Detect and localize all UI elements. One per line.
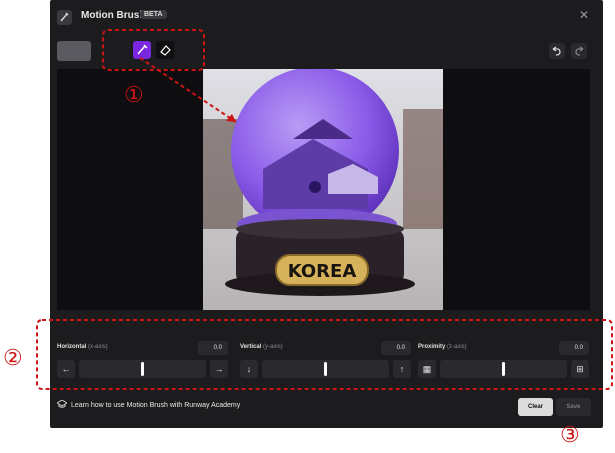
close-icon[interactable]: ✕ [577,8,591,22]
horizontal-label: Horizontal [57,344,87,350]
snow-globe-image[interactable]: KOREA [203,69,443,310]
academy-link[interactable]: Learn how to use Motion Brush with Runwa… [57,400,240,409]
horizontal-value-input[interactable]: 0.0 [198,341,228,355]
proximity-slider-thumb[interactable] [502,362,505,376]
arrow-up-icon[interactable]: ↑ [393,360,411,378]
modal-title: Motion Brush [81,10,146,21]
redo-icon [575,46,584,56]
annotation-number-one: ① [124,83,144,108]
annotation-number-three: ③ [560,423,580,448]
vertical-value-input[interactable]: 0.0 [381,341,411,355]
horizontal-axis: (x-axis) [88,344,108,350]
eraser-tool-button[interactable] [156,41,174,59]
graduation-cap-icon [57,400,67,408]
brush-tool-button[interactable] [133,41,151,59]
brush-icon [137,44,148,55]
vertical-axis: (y-axis) [263,344,283,350]
motion-brush-logo-icon [57,10,72,25]
proximity-in-icon[interactable]: ▦ [418,360,436,378]
proximity-value-input[interactable]: 0.0 [559,341,589,355]
clear-button[interactable]: Clear [518,398,553,416]
arrow-right-icon[interactable]: → [210,360,228,378]
motion-brush-modal: Motion Brush BETA ✕ KOREA Horizontal (x-… [50,0,603,428]
proximity-out-icon[interactable]: ⊞ [571,360,589,378]
vertical-slider-thumb[interactable] [324,362,327,376]
horizontal-control: Horizontal (x-axis) 0.0 ← → [57,330,228,380]
arrow-left-icon[interactable]: ← [57,360,75,378]
undo-button[interactable] [549,43,565,59]
vertical-slider[interactable] [262,360,389,378]
motion-controls: Horizontal (x-axis) 0.0 ← → Vertical (y-… [50,330,603,380]
vertical-label: Vertical [240,344,262,350]
globe-label-text: KOREA [288,261,357,282]
vertical-control: Vertical (y-axis) 0.0 ↓ ↑ [240,330,411,380]
arrow-down-icon[interactable]: ↓ [240,360,258,378]
proximity-slider[interactable] [440,360,567,378]
eraser-icon [160,45,171,56]
academy-link-text[interactable]: Learn how to use Motion Brush with Runwa… [71,402,240,409]
annotation-number-two: ② [3,346,23,371]
proximity-control: Proximity (z-axis) 0.0 ▦ ⊞ [418,330,589,380]
horizontal-slider[interactable] [79,360,206,378]
modal-header: Motion Brush BETA ✕ [50,0,603,34]
brush-color-chip[interactable] [57,41,91,61]
horizontal-slider-thumb[interactable] [141,362,144,376]
proximity-label: Proximity [418,344,446,350]
save-button[interactable]: Save [556,398,591,416]
undo-icon [552,46,561,56]
proximity-axis: (z-axis) [447,344,467,350]
redo-button[interactable] [571,43,587,59]
beta-badge: BETA [140,10,167,19]
